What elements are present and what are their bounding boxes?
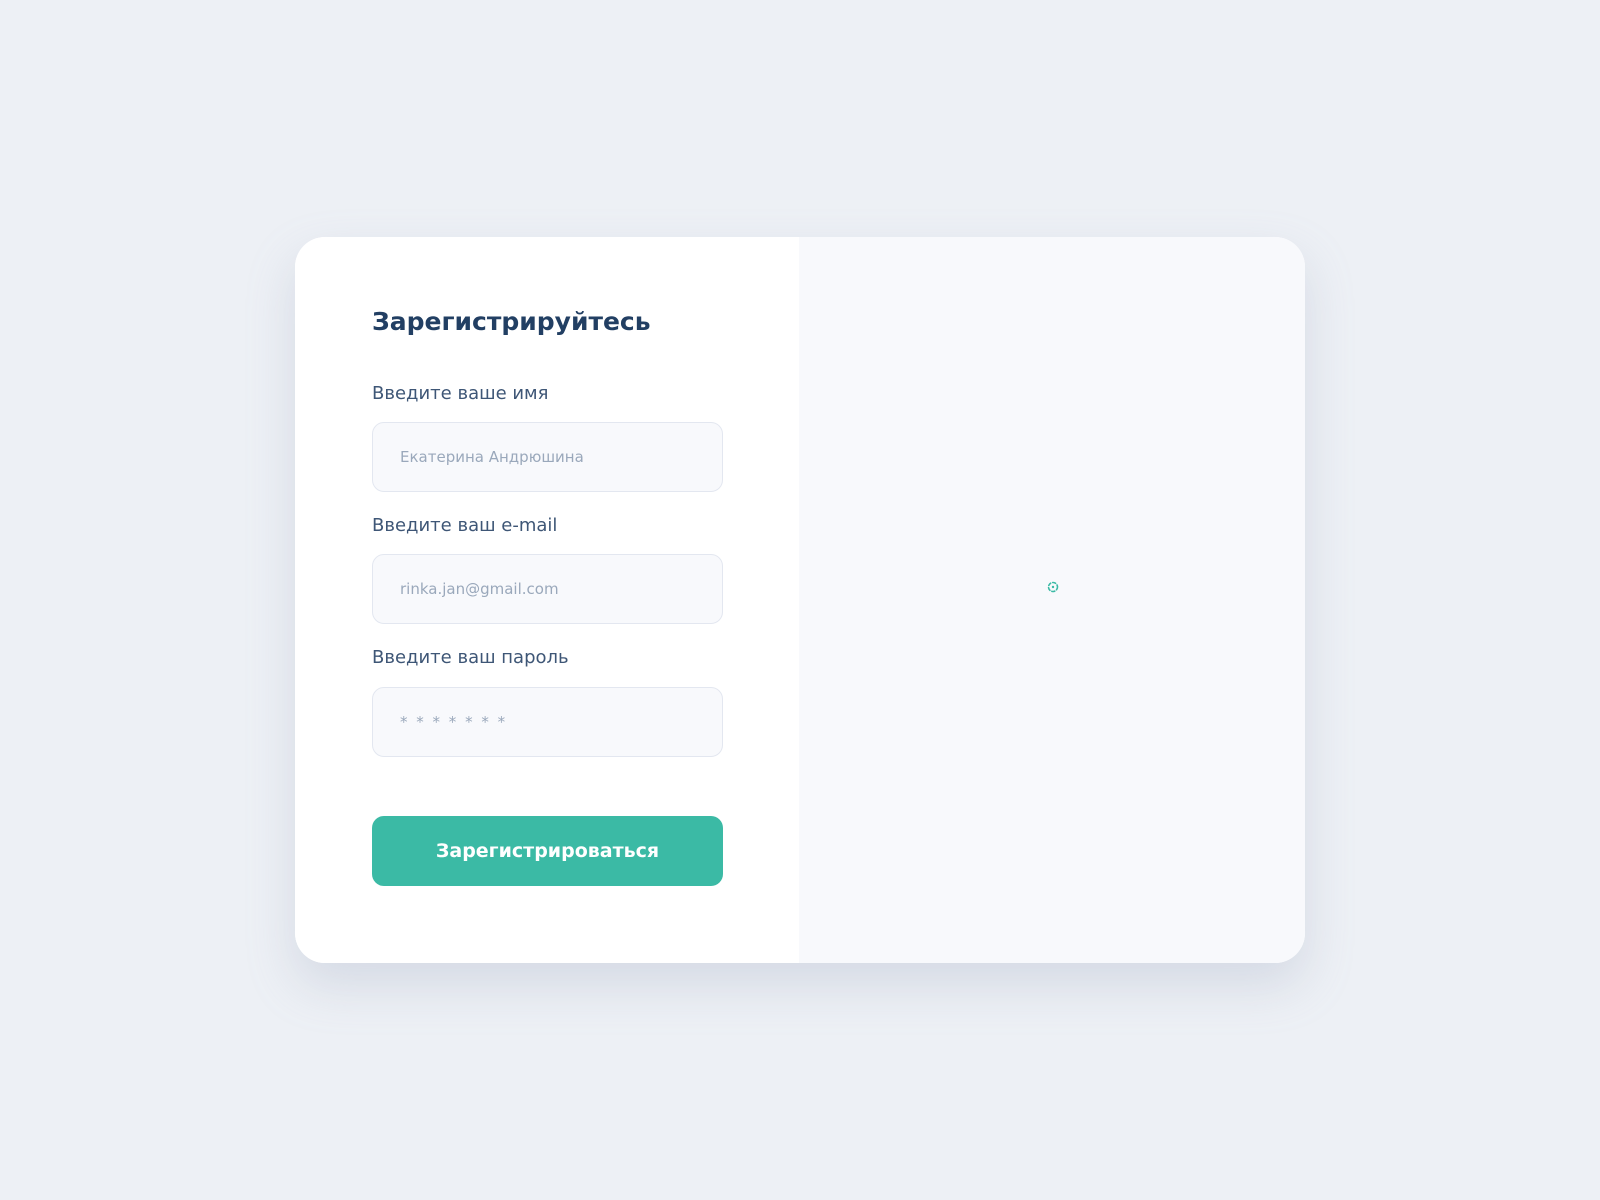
email-input[interactable] (372, 554, 723, 624)
name-input[interactable] (372, 422, 723, 492)
register-button[interactable]: Зарегистрироваться (372, 816, 723, 886)
name-label: Введите ваше имя (372, 383, 549, 404)
password-input[interactable] (372, 687, 723, 757)
registration-form: Зарегистрируйтесь Введите ваше имя Введи… (295, 237, 799, 963)
registration-card: Зарегистрируйтесь Введите ваше имя Введи… (295, 237, 1305, 963)
loading-spinner-icon (1047, 581, 1059, 593)
email-label: Введите ваш e-mail (372, 515, 558, 536)
side-panel (799, 237, 1305, 963)
form-title: Зарегистрируйтесь (372, 307, 651, 336)
password-label: Введите ваш пароль (372, 647, 569, 668)
